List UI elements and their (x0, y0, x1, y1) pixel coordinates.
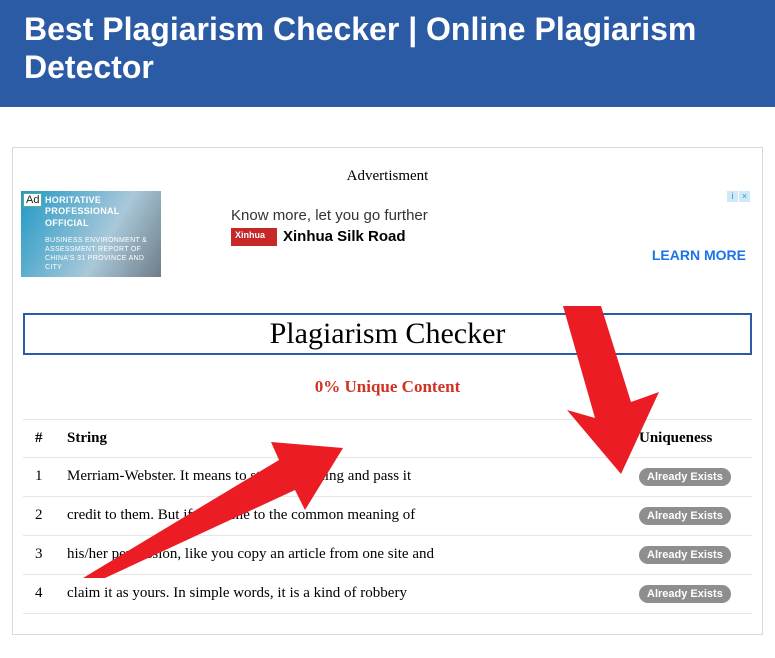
ad-tagline: Know more, let you go further (231, 207, 634, 224)
ad-image-text: HORITATIVE PROFESSIONAL OFFICIAL BUSINES… (45, 195, 157, 272)
status-badge: Already Exists (639, 546, 731, 564)
page-title: Best Plagiarism Checker | Online Plagiar… (24, 10, 751, 87)
advertisement-block: i × Ad HORITATIVE PROFESSIONAL OFFICIAL … (17, 191, 758, 295)
ad-controls: i × (727, 191, 750, 202)
ad-copy: Know more, let you go further Xinhua Sil… (171, 191, 634, 246)
status-badge: Already Exists (639, 585, 731, 603)
ad-close-icon[interactable]: × (739, 191, 750, 202)
xinhua-logo-icon (231, 228, 277, 246)
ad-badge: Ad (23, 193, 42, 207)
page-header: Best Plagiarism Checker | Online Plagiar… (0, 0, 775, 107)
ad-brand: Xinhua Silk Road (283, 228, 406, 245)
table-row: 4 claim it as yours. In simple words, it… (23, 574, 752, 613)
learn-more-link[interactable]: LEARN MORE (652, 247, 746, 263)
col-number: # (23, 419, 55, 457)
ad-image[interactable]: Ad HORITATIVE PROFESSIONAL OFFICIAL BUSI… (21, 191, 161, 277)
ad-info-icon[interactable]: i (727, 191, 738, 202)
annotation-arrow-left-icon (83, 418, 343, 578)
annotation-arrow-right-icon (533, 306, 663, 476)
status-badge: Already Exists (639, 507, 731, 525)
advertisement-label: Advertisment (17, 168, 758, 185)
content-frame: Advertisment i × Ad HORITATIVE PROFESSIO… (12, 147, 763, 635)
